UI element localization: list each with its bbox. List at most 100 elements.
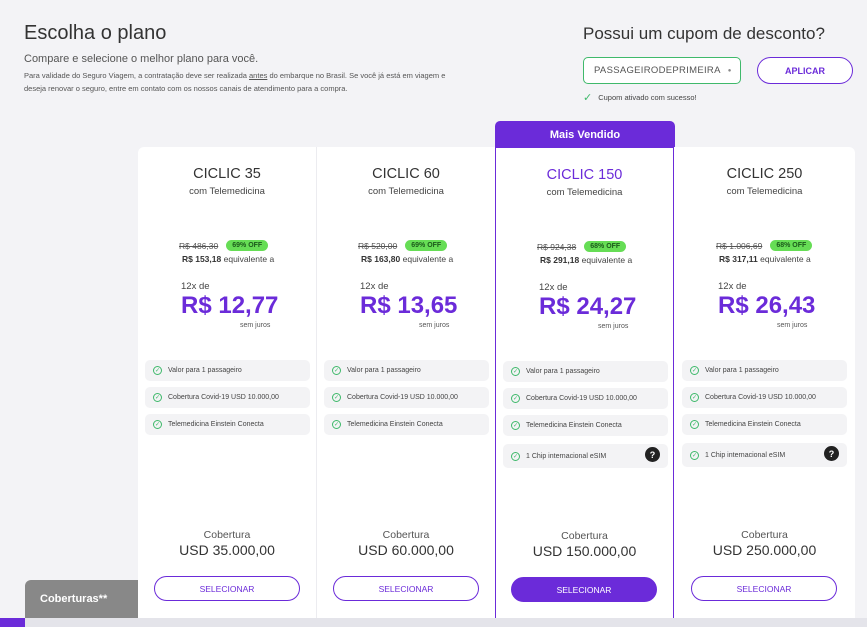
feature-label: 1 Chip internacional eSIM — [705, 451, 786, 459]
coverage-label: Cobertura — [561, 530, 608, 542]
feature-item: ✓ Valor para 1 passageiro — [324, 360, 489, 381]
old-price: R$ 520,00 — [358, 240, 398, 251]
plan-card: CICLIC 150 com Telemedicina R$ 924,38 68% O… — [495, 147, 674, 619]
no-interest-label: sem juros — [777, 322, 808, 329]
help-icon[interactable]: ? — [824, 446, 839, 461]
plan-card: CICLIC 250 com Telemedicina R$ 1.006,69 68%… — [675, 147, 854, 627]
coverage-tab[interactable]: Coberturas** — [25, 580, 138, 618]
coupon-title: Possui um cupom de desconto? — [583, 24, 825, 43]
feature-item: ✓ Telemedicina Einstein Conecta — [682, 414, 847, 435]
plan-name: CICLIC 250 — [726, 166, 803, 182]
old-price: R$ 486,30 — [179, 240, 219, 251]
feature-label: Telemedicina Einstein Conecta — [168, 421, 264, 428]
best-seller-badge: Mais Vendido — [495, 121, 675, 148]
coupon-section: Possui um cupom de desconto? PASSAGEIROD… — [583, 24, 853, 104]
feature-item: ✓ Cobertura Covid-19 USD 10.000,00 — [324, 387, 489, 408]
feature-item: ✓ Telemedicina Einstein Conecta — [324, 414, 489, 435]
travel-notice: Para validade do Seguro Viagem, a contra… — [24, 69, 454, 95]
plan-cards: CICLIC 35 com Telemedicina R$ 486,30 69% OF… — [138, 147, 855, 627]
coupon-success: ✓ Cupom ativado com sucesso! — [583, 91, 853, 104]
check-icon: ✓ — [690, 393, 699, 402]
discount-badge: 69% OFF — [405, 240, 448, 251]
header: Escolha o plano Compare e selecione o me… — [24, 22, 454, 95]
coverage-value: USD 150.000,00 — [532, 543, 637, 559]
total-price-row: R$ 153,18 equivalente a — [182, 254, 274, 264]
feature-item: ✓ Telemedicina Einstein Conecta — [145, 414, 310, 435]
apply-coupon-button[interactable]: APLICAR — [757, 57, 853, 84]
select-plan-button[interactable]: SELECIONAR — [511, 577, 657, 602]
check-icon: ✓ — [583, 92, 593, 104]
notice-text-underlined: antes — [249, 71, 268, 80]
feature-label: Valor para 1 passageiro — [168, 367, 242, 374]
old-price: R$ 1.006,69 — [716, 240, 763, 251]
coverage-value: USD 35.000,00 — [179, 542, 275, 558]
check-icon: ✓ — [690, 420, 699, 429]
coverage-value: USD 60.000,00 — [358, 542, 454, 558]
old-price-row: R$ 520,00 69% OFF — [358, 240, 448, 251]
plan-name: CICLIC 60 — [372, 166, 440, 182]
no-interest-label: sem juros — [240, 322, 271, 329]
total-price: R$ 317,11 — [719, 254, 758, 264]
bottom-strip — [0, 618, 867, 627]
plan-card: CICLIC 60 com Telemedicina R$ 520,00 69% OF… — [317, 147, 496, 627]
check-icon: ✓ — [690, 450, 699, 460]
page-title: Escolha o plano — [24, 22, 167, 44]
feature-label: Valor para 1 passageiro — [347, 367, 421, 374]
check-icon: ✓ — [511, 367, 520, 376]
feature-item: ✓ Cobertura Covid-19 USD 10.000,00 — [145, 387, 310, 408]
check-icon: ✓ — [511, 394, 520, 403]
no-interest-label: sem juros — [419, 322, 450, 329]
check-icon: ✓ — [332, 366, 341, 375]
installment-value: R$ 13,65 — [360, 292, 458, 319]
check-icon: ✓ — [511, 451, 520, 461]
chevron-down-icon: ● — [727, 67, 732, 74]
check-icon: ✓ — [153, 420, 162, 429]
feature-label: 1 Chip internacional eSIM — [526, 452, 607, 460]
coupon-success-text: Cupom ativado com sucesso! — [598, 93, 697, 102]
discount-badge: 68% OFF — [584, 241, 627, 252]
installments-label: 12x de — [539, 282, 568, 293]
feature-item: ✓ 1 Chip internacional eSIM? — [503, 444, 668, 468]
old-price: R$ 924,38 — [537, 241, 577, 252]
feature-item: ✓ Valor para 1 passageiro — [503, 361, 668, 382]
feature-label: Valor para 1 passageiro — [705, 367, 779, 374]
check-icon: ✓ — [690, 366, 699, 375]
plan-subtitle: com Telemedicina — [726, 186, 803, 197]
coverage-value: USD 250.000,00 — [712, 542, 817, 558]
plan-name: CICLIC 150 — [546, 167, 623, 183]
coupon-code: PASSAGEIRODEPRIMEIRA — [594, 65, 721, 76]
installment-value: R$ 12,77 — [181, 292, 279, 319]
installments-label: 12x de — [360, 281, 389, 292]
select-plan-button[interactable]: SELECIONAR — [154, 576, 300, 601]
plan-subtitle: com Telemedicina — [189, 186, 265, 197]
feature-label: Valor para 1 passageiro — [526, 368, 600, 375]
check-icon: ✓ — [332, 420, 341, 429]
feature-label: Telemedicina Einstein Conecta — [705, 421, 801, 428]
total-price: R$ 291,18 — [540, 255, 580, 265]
installment-value: R$ 26,43 — [718, 292, 816, 319]
feature-item: ✓ Telemedicina Einstein Conecta — [503, 415, 668, 436]
no-interest-label: sem juros — [598, 323, 629, 330]
plan-name: CICLIC 35 — [193, 166, 261, 182]
feature-item: ✓ Valor para 1 passageiro — [145, 360, 310, 381]
total-price: R$ 153,18 — [182, 254, 222, 264]
select-plan-button[interactable]: SELECIONAR — [691, 576, 837, 601]
feature-label: Cobertura Covid-19 USD 10.000,00 — [347, 394, 458, 401]
feature-label: Cobertura Covid-19 USD 10.000,00 — [526, 395, 637, 402]
equivalent-label: equivalente a — [402, 254, 454, 264]
feature-label: Cobertura Covid-19 USD 10.000,00 — [168, 394, 279, 401]
page-subtitle: Compare e selecione o melhor plano para … — [24, 53, 259, 65]
plan-subtitle: com Telemedicina — [368, 186, 444, 197]
coverage-label: Cobertura — [203, 529, 251, 541]
help-icon[interactable]: ? — [645, 447, 660, 462]
select-plan-button[interactable]: SELECIONAR — [333, 576, 479, 601]
equivalent-label: equivalente a — [223, 254, 275, 264]
coverage-label: Cobertura — [382, 529, 430, 541]
installments-label: 12x de — [718, 281, 747, 292]
coupon-input[interactable]: PASSAGEIRODEPRIMEIRA ● — [583, 57, 741, 84]
notice-text-pre: Para validade do Seguro Viagem, a contra… — [24, 71, 250, 80]
total-price: R$ 163,80 — [361, 254, 401, 264]
equivalent-label: equivalente a — [581, 255, 633, 265]
feature-item: ✓ Cobertura Covid-19 USD 10.000,00 — [682, 387, 847, 408]
check-icon: ✓ — [511, 421, 520, 430]
